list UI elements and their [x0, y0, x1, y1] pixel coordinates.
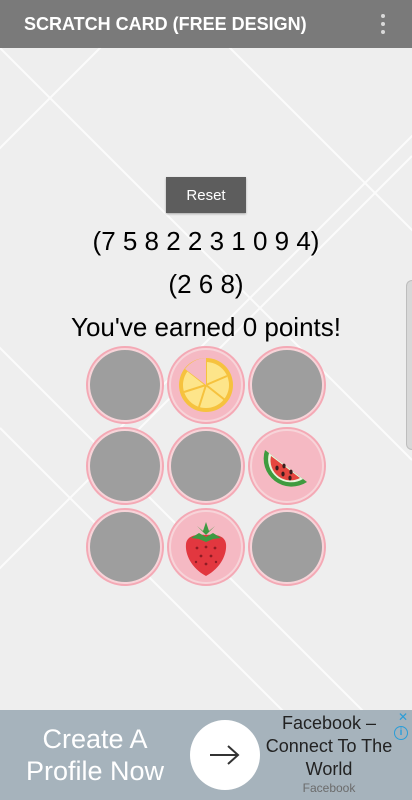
scratch-grid	[86, 346, 326, 586]
info-icon[interactable]: i	[394, 726, 408, 740]
app-bar: SCRATCH CARD (FREE DESIGN)	[0, 0, 412, 48]
points-message: You've earned 0 points!	[71, 312, 341, 342]
scratch-cell[interactable]	[167, 346, 245, 424]
overflow-menu-icon[interactable]	[380, 14, 386, 34]
scratch-cover[interactable]	[252, 512, 322, 582]
scratch-cover[interactable]	[90, 350, 160, 420]
lemon-slice-icon	[171, 350, 241, 420]
scratch-cover[interactable]	[90, 431, 160, 501]
watermelon-slice-icon	[252, 431, 322, 501]
reset-button[interactable]: Reset	[166, 177, 246, 213]
scratch-cell[interactable]	[248, 508, 326, 586]
picked-sequence: (2 6 8)	[168, 269, 244, 299]
app-title: SCRATCH CARD (FREE DESIGN)	[24, 13, 307, 34]
number-sequence: (7 5 8 2 2 3 1 0 9 4)	[92, 226, 320, 256]
scratch-cell[interactable]	[86, 346, 164, 424]
scratch-cell[interactable]	[86, 508, 164, 586]
scratch-cell[interactable]	[248, 346, 326, 424]
close-icon[interactable]: ✕	[398, 710, 408, 724]
scratch-cell[interactable]	[167, 508, 245, 586]
arrow-right-icon[interactable]	[190, 720, 260, 790]
ad-banner[interactable]: Create A Profile Now Facebook – Connect …	[0, 710, 412, 800]
scratch-cover[interactable]	[90, 512, 160, 582]
scratch-cover[interactable]	[171, 431, 241, 501]
scratch-cell[interactable]	[167, 427, 245, 505]
edge-panel-handle[interactable]	[406, 280, 412, 450]
ad-headline[interactable]: Create A Profile Now	[0, 710, 190, 800]
ad-source: Facebook	[302, 781, 356, 795]
scratch-cell[interactable]	[248, 427, 326, 505]
ad-headline-line1: Create A	[42, 724, 148, 754]
scratch-cover[interactable]	[252, 350, 322, 420]
scratch-cell[interactable]	[86, 427, 164, 505]
strawberry-icon	[171, 512, 241, 582]
ad-headline-line2: Profile Now	[25, 756, 165, 786]
ad-title[interactable]: Facebook – Connect To The World	[262, 712, 396, 784]
